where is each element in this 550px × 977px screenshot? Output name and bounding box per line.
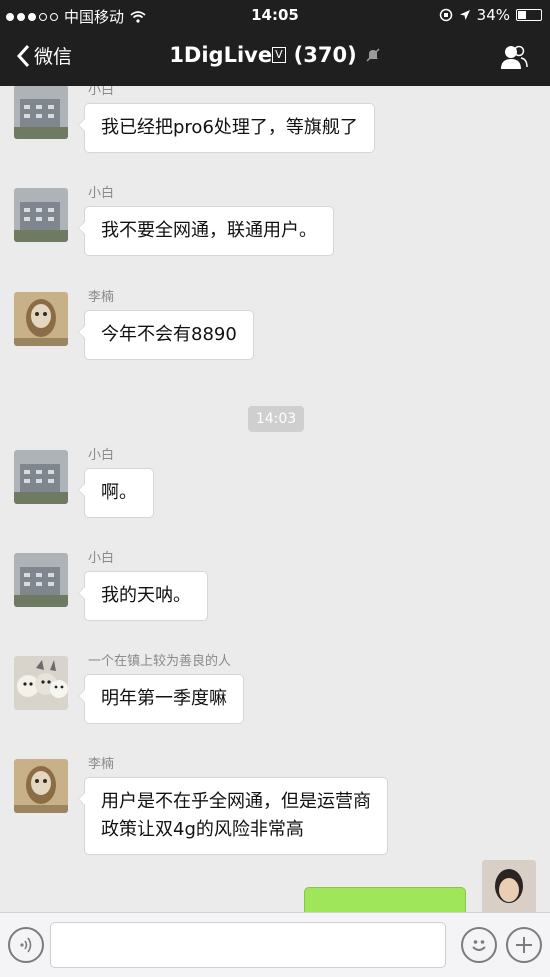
message-bubble[interactable]: 我的天呐。: [78, 571, 208, 621]
figurine-avatar-icon: [14, 292, 68, 346]
sender-name: 李楠: [88, 757, 115, 772]
verified-badge: V: [272, 47, 286, 63]
sender-name: 小白: [88, 448, 115, 463]
building-photo-avatar-icon: [14, 553, 68, 607]
status-right: 34%: [439, 6, 542, 24]
time-divider: 14:03: [248, 406, 304, 432]
input-toolbar: [0, 912, 550, 977]
battery-percent: 34%: [476, 6, 510, 24]
sender-avatar[interactable]: [14, 292, 68, 346]
building-photo-avatar-icon: [14, 86, 68, 139]
sender-avatar[interactable]: [14, 86, 68, 139]
chat-header: 微信 1DigLive V (370): [0, 30, 550, 86]
group-info-button[interactable]: [500, 44, 528, 74]
smiley-icon: [472, 940, 486, 951]
own-avatar[interactable]: [482, 860, 536, 912]
people-icon: [501, 45, 528, 69]
building-photo-avatar-icon: [14, 450, 68, 504]
sender-name: 小白: [88, 186, 115, 201]
sender-name: 一个在镇上较为善良的人: [88, 654, 232, 669]
status-bar: 中国移动 14:05 34%: [0, 0, 550, 30]
message-bubble[interactable]: 明年第一季度嘛: [78, 674, 244, 724]
member-count: (370): [293, 43, 357, 67]
location-arrow-icon: [459, 10, 470, 20]
message-bubble[interactable]: 今年不会有8890: [78, 310, 254, 360]
sender-name: 李楠: [88, 290, 115, 305]
message-bubble[interactable]: 用户是不在乎全网通，但是运营商 政策让双4g的风险非常高: [78, 777, 388, 855]
figurine-avatar-icon: [14, 759, 68, 813]
group-name: 1DigLive: [169, 43, 273, 67]
dogs-photo-avatar-icon: [14, 656, 68, 710]
rotation-lock-icon: [439, 8, 452, 22]
message-bubble[interactable]: 我不要全网通，联通用户。: [78, 206, 334, 256]
sender-avatar[interactable]: [14, 656, 68, 710]
sender-name: 小白: [88, 551, 115, 566]
chat-title: 1DigLive V (370): [0, 43, 550, 67]
battery-icon: [516, 9, 542, 21]
sender-avatar[interactable]: [14, 188, 68, 242]
sender-name: 小白: [88, 86, 115, 98]
message-input[interactable]: [50, 922, 446, 968]
sender-avatar[interactable]: [14, 759, 68, 813]
emoji-button[interactable]: [461, 927, 497, 963]
message-bubble[interactable]: 啊。: [78, 468, 154, 518]
message-bubble[interactable]: 我已经把pro6处理了，等旗舰了: [78, 103, 375, 153]
sender-avatar[interactable]: [14, 450, 68, 504]
more-actions-button[interactable]: [506, 927, 542, 963]
sender-avatar[interactable]: [14, 553, 68, 607]
building-photo-avatar-icon: [14, 188, 68, 242]
own-message-bubble[interactable]: [304, 887, 466, 912]
voice-toggle-button[interactable]: [8, 927, 44, 963]
person-photo-avatar-icon: [482, 860, 536, 912]
mute-bell-icon: [366, 48, 380, 62]
message-list[interactable]: 小白 我已经把pro6处理了，等旗舰了 小白 我不要全网通，联通用户。 李楠 今…: [0, 86, 550, 912]
plus-icon: [516, 937, 532, 953]
voice-wave-icon: [20, 937, 32, 953]
